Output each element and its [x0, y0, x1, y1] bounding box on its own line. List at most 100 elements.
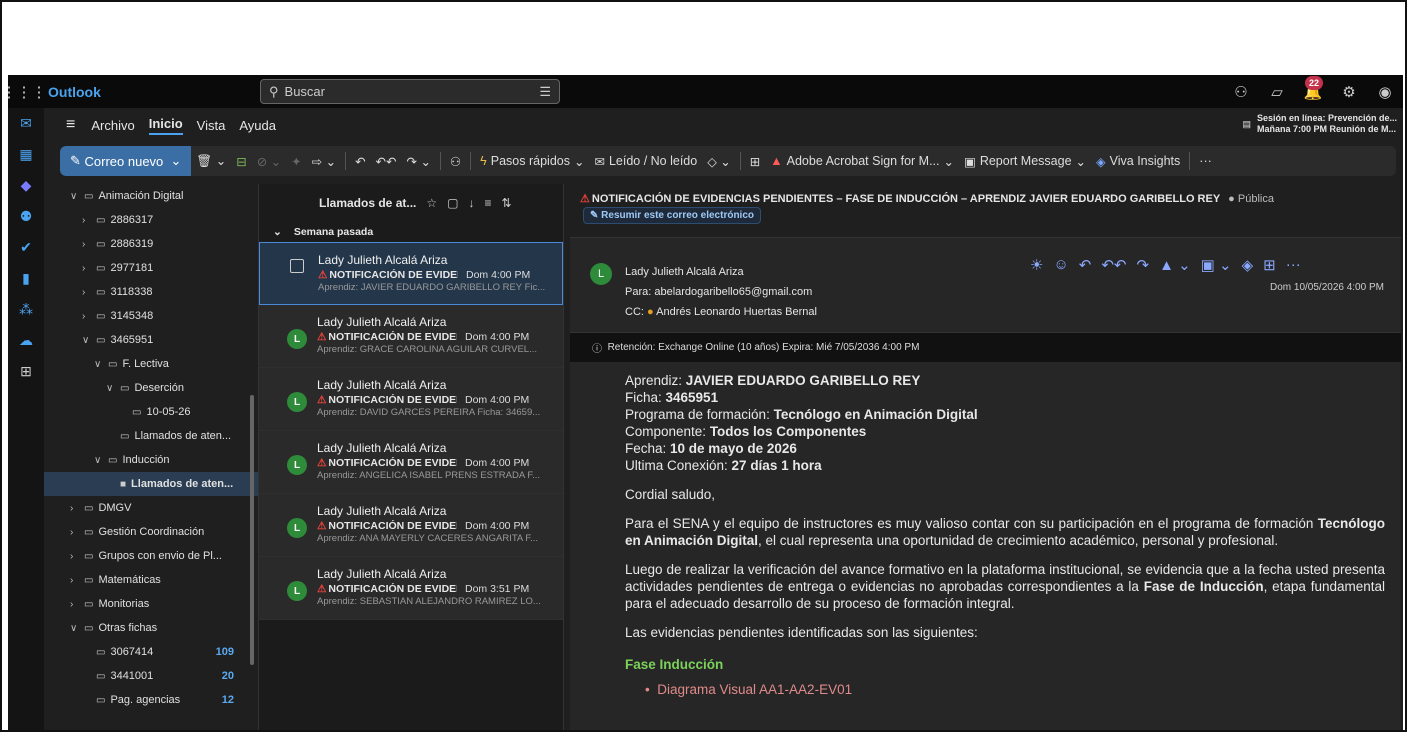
- chevron-right-icon[interactable]: ›: [70, 503, 84, 514]
- tab-archivo[interactable]: Archivo: [91, 118, 134, 133]
- sweep-icon[interactable]: ✦: [291, 154, 301, 169]
- copilot-icon[interactable]: ◆: [8, 170, 44, 201]
- onedrive-icon[interactable]: ☁: [8, 325, 44, 356]
- teams-icon[interactable]: ⚇: [1223, 83, 1259, 101]
- group-header[interactable]: ⌄ Semana pasada: [259, 222, 563, 242]
- apps-icon[interactable]: ⊞: [8, 356, 44, 387]
- folder-item[interactable]: ▭ Pag. agencias 12: [44, 688, 258, 712]
- adobe-icon[interactable]: ▲ ⌄: [1159, 256, 1191, 274]
- message-item[interactable]: Lady Julieth Alcalá Ariza ⚠ NOTIFICACIÓN D…: [259, 242, 563, 305]
- message-item[interactable]: L Lady Julieth Alcalá Ariza ⚠ NOTIFICACIÓN …: [259, 305, 563, 368]
- folder-item[interactable]: ∨ ▭ F. Lectiva: [44, 352, 258, 376]
- folder-item[interactable]: ∨ ▭ 3465951: [44, 328, 258, 352]
- cc-name[interactable]: Andrés Leonardo Huertas Bernal: [656, 306, 817, 318]
- select-checkbox[interactable]: [290, 259, 304, 273]
- folder-item[interactable]: › ▭ 2886319: [44, 232, 258, 256]
- feedback-icon[interactable]: ▱: [1259, 83, 1295, 101]
- select-icon[interactable]: ▢: [447, 196, 458, 210]
- folder-item[interactable]: ∨ ▭ Otras fichas: [44, 616, 258, 640]
- teams-share-icon[interactable]: ⚇: [450, 154, 461, 169]
- sort-icon[interactable]: ⇅: [501, 196, 511, 210]
- tab-ayuda[interactable]: Ayuda: [239, 118, 276, 133]
- chevron-right-icon[interactable]: ›: [70, 575, 84, 586]
- delete-icon[interactable]: 🗑 ⌄: [196, 153, 226, 169]
- folder-item[interactable]: ▭ 3441001 20: [44, 664, 258, 688]
- filter-list-icon[interactable]: ≡: [484, 196, 491, 210]
- sun-icon[interactable]: ☀: [1030, 256, 1043, 274]
- emoji-icon[interactable]: ☺: [1053, 256, 1068, 274]
- folder-item[interactable]: › ▭ 3145348: [44, 304, 258, 328]
- account-icon[interactable]: ◉: [1367, 83, 1403, 101]
- reply-icon[interactable]: ↶: [1079, 256, 1092, 274]
- apps-grid-icon[interactable]: ⊞: [750, 154, 760, 169]
- tab-vista[interactable]: Vista: [197, 118, 226, 133]
- folder-item[interactable]: ▭ 10-05-26: [44, 400, 258, 424]
- chevron-down-icon[interactable]: ∨: [106, 383, 120, 394]
- tab-inicio[interactable]: Inicio: [148, 116, 183, 135]
- calendar-icon[interactable]: ▦: [8, 139, 44, 170]
- folder-item[interactable]: › ▭ 3118338: [44, 280, 258, 304]
- search-input[interactable]: ⚲ Buscar ☰: [260, 79, 560, 104]
- folder-item[interactable]: ▭ Llamados de aten...: [44, 424, 258, 448]
- mail-icon[interactable]: ✉: [8, 108, 44, 139]
- jump-icon[interactable]: ↓: [468, 196, 474, 210]
- folder-item[interactable]: ∨ ▭ Deserción: [44, 376, 258, 400]
- summarize-button[interactable]: ✎ Resumir este correo electrónico: [583, 207, 762, 224]
- viva-icon[interactable]: ◈: [1242, 256, 1254, 274]
- chevron-down-icon[interactable]: ∨: [70, 191, 84, 202]
- apps-grid-icon[interactable]: ⊞: [1263, 256, 1276, 274]
- chevron-right-icon[interactable]: ›: [82, 215, 96, 226]
- report-icon[interactable]: ⊘ ⌄: [257, 154, 281, 169]
- filter-icon[interactable]: ☰: [539, 84, 551, 100]
- chevron-down-icon[interactable]: ∨: [94, 359, 108, 370]
- favorite-icon[interactable]: ☆: [426, 196, 437, 210]
- more-icon[interactable]: ···: [1286, 256, 1301, 274]
- sender-name[interactable]: Lady Julieth Alcalá Ariza: [625, 262, 817, 282]
- reply-icon[interactable]: ↶: [355, 154, 365, 169]
- app-launcher-icon[interactable]: ⋮⋮⋮: [8, 75, 47, 108]
- archive-icon[interactable]: ⊟: [236, 154, 246, 169]
- forward-icon[interactable]: ↷: [1137, 256, 1150, 274]
- folder-item[interactable]: › ▭ 2977181: [44, 256, 258, 280]
- report-message-icon[interactable]: ▣ ⌄: [1201, 256, 1232, 274]
- read-unread-button[interactable]: ✉ Leído / No leído: [594, 154, 697, 169]
- hamburger-icon[interactable]: ≡: [66, 116, 75, 134]
- folder-item[interactable]: › ▭ DMGV: [44, 496, 258, 520]
- todo-icon[interactable]: ✔: [8, 232, 44, 263]
- report-message-button[interactable]: ▣ Report Message ⌄: [964, 154, 1086, 169]
- folder-item[interactable]: › ▭ Gestión Coordinación: [44, 520, 258, 544]
- reply-all-icon[interactable]: ↶↶: [376, 154, 397, 169]
- chevron-down-icon[interactable]: ∨: [82, 335, 96, 346]
- folder-item[interactable]: › ▭ Monitorias: [44, 592, 258, 616]
- adobe-button[interactable]: ▲ Adobe Acrobat Sign for M... ⌄: [770, 154, 954, 169]
- message-item[interactable]: L Lady Julieth Alcalá Ariza ⚠ NOTIFICACIÓN …: [259, 368, 563, 431]
- folder-item[interactable]: ∨ ▭ Animación Digital: [44, 184, 258, 208]
- chevron-down-icon[interactable]: ∨: [94, 455, 108, 466]
- chevron-right-icon[interactable]: ›: [70, 527, 84, 538]
- people-icon[interactable]: ⚉: [8, 201, 44, 232]
- settings-icon[interactable]: ⚙: [1331, 83, 1367, 101]
- message-item[interactable]: L Lady Julieth Alcalá Ariza ⚠ NOTIFICACIÓN …: [259, 494, 563, 557]
- chevron-right-icon[interactable]: ›: [82, 263, 96, 274]
- chevron-right-icon[interactable]: ›: [70, 551, 84, 562]
- folder-item[interactable]: ■ Llamados de aten...: [44, 472, 258, 496]
- forward-icon[interactable]: ↷ ⌄: [407, 154, 431, 169]
- message-item[interactable]: L Lady Julieth Alcalá Ariza ⚠ NOTIFICACIÓN …: [259, 431, 563, 494]
- move-icon[interactable]: ⇨ ⌄: [312, 154, 336, 169]
- folder-item[interactable]: › ▭ Matemáticas: [44, 568, 258, 592]
- chevron-right-icon[interactable]: ›: [82, 239, 96, 250]
- folder-item[interactable]: ▭ 3067414 109: [44, 640, 258, 664]
- chevron-right-icon[interactable]: ›: [70, 599, 84, 610]
- viva-button[interactable]: ◈ Viva Insights: [1096, 154, 1180, 169]
- org-icon[interactable]: ⁂: [8, 294, 44, 325]
- notifications-icon[interactable]: 🔔 22: [1295, 75, 1331, 101]
- folder-item[interactable]: › ▭ 2886317: [44, 208, 258, 232]
- new-mail-button[interactable]: ✎ Correo nuevo ⌄: [60, 146, 192, 176]
- more-options-button[interactable]: ···: [1199, 154, 1212, 168]
- folder-item[interactable]: › ▭ Grupos con envio de Pl...: [44, 544, 258, 568]
- notes-icon[interactable]: ▮: [8, 263, 44, 294]
- chevron-right-icon[interactable]: ›: [82, 287, 96, 298]
- folder-item[interactable]: ∨ ▭ Inducción: [44, 448, 258, 472]
- chevron-down-icon[interactable]: ∨: [70, 623, 84, 634]
- app-name[interactable]: Outlook: [48, 84, 258, 100]
